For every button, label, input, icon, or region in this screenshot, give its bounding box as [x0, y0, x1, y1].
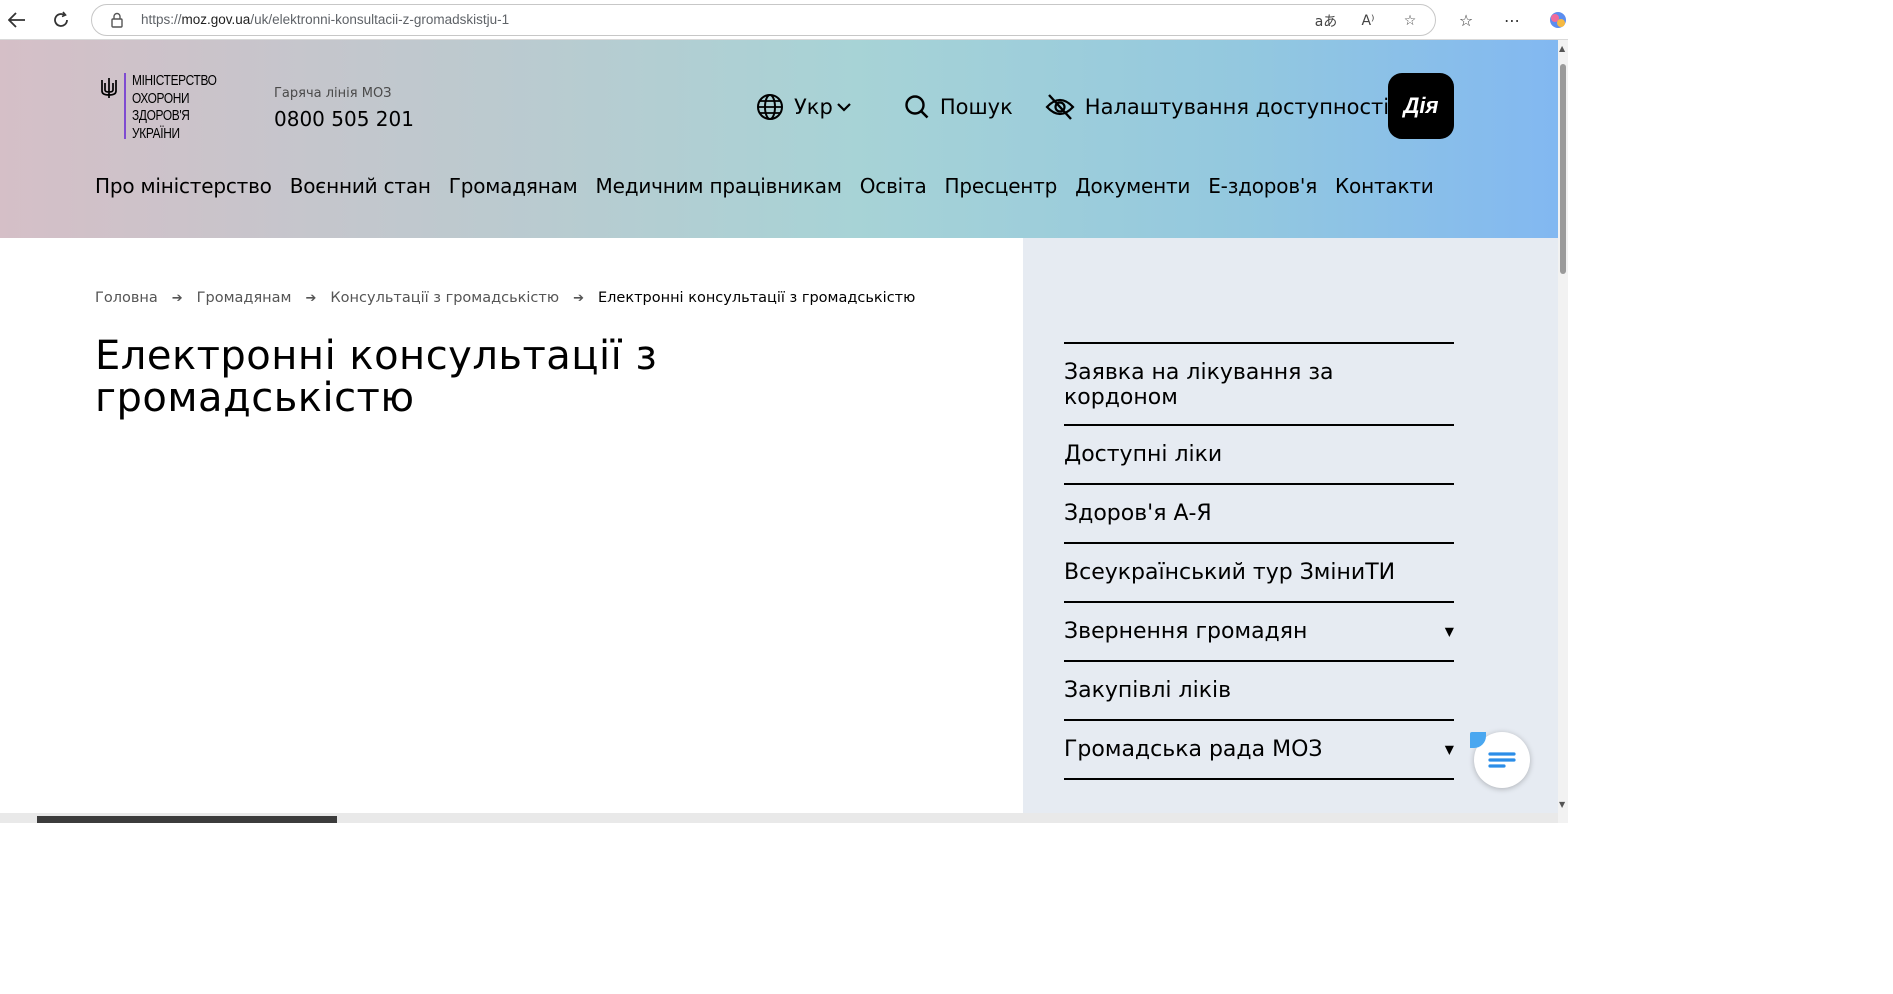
logo-divider	[124, 73, 126, 139]
globe-icon	[757, 94, 783, 120]
nav-item-press-center[interactable]: Пресцентр	[945, 174, 1058, 198]
nav-item-ministry[interactable]: Про міністерство	[95, 174, 272, 198]
nav-item-martial-law[interactable]: Воєнний стан	[290, 174, 431, 198]
chat-icon	[1488, 752, 1516, 768]
chat-widget-button[interactable]	[1470, 732, 1530, 788]
eye-off-icon	[1045, 94, 1075, 120]
accessibility-label: Налаштування доступності	[1084, 95, 1390, 119]
chevron-down-icon	[837, 103, 851, 112]
favorite-star-icon[interactable]: ☆	[1399, 10, 1421, 32]
diia-logo-button[interactable]: Дія	[1388, 73, 1454, 139]
sidebar-item-medicine-procurement[interactable]: Закупівлі ліків	[1064, 660, 1454, 719]
search-icon	[905, 95, 929, 119]
lock-icon[interactable]	[110, 12, 124, 32]
breadcrumb: Головна ➔ Громадянам ➔ Консультації з гр…	[95, 290, 915, 306]
scrollbar-thumb[interactable]	[1560, 64, 1566, 274]
favorites-icon[interactable]: ☆	[1452, 6, 1480, 34]
back-icon[interactable]	[3, 6, 31, 34]
caret-down-icon[interactable]: ▼	[1445, 619, 1454, 644]
hotline: Гаряча лінія МОЗ 0800 505 201	[274, 86, 414, 131]
logo-line: МІНІСТЕРСТВО	[132, 73, 217, 89]
hotline-phone[interactable]: 0800 505 201	[274, 107, 414, 131]
sidebar-item-cutoff	[1064, 778, 1454, 818]
more-menu-icon[interactable]: ⋯	[1498, 6, 1526, 34]
page-title: Електронні консультації з громадськістю	[95, 333, 658, 421]
nav-item-citizens[interactable]: Громадянам	[449, 174, 578, 198]
sidebar-item-label: Звернення громадян	[1064, 619, 1308, 644]
horizontal-scrollbar-thumb[interactable]	[37, 816, 337, 823]
nav-item-education[interactable]: Освіта	[860, 174, 927, 198]
language-label: Укр	[794, 95, 833, 119]
caret-down-icon[interactable]: ▼	[1445, 737, 1454, 762]
arrow-right-icon: ➔	[573, 290, 584, 306]
copilot-icon[interactable]	[1544, 6, 1572, 34]
sidebar-item-label: Всеукраїнський тур ЗміниТИ	[1064, 560, 1396, 585]
sidebar-item-affordable-medicines[interactable]: Доступні ліки	[1064, 424, 1454, 483]
sidebar-item-public-council[interactable]: Громадська рада МОЗ ▼	[1064, 719, 1454, 778]
breadcrumb-link-citizens[interactable]: Громадянам	[197, 290, 292, 306]
nav-item-documents[interactable]: Документи	[1075, 174, 1190, 198]
horizontal-scrollbar[interactable]	[0, 813, 1558, 823]
sidebar-item-label: Доступні ліки	[1064, 442, 1223, 467]
search-button[interactable]: Пошук	[904, 94, 1013, 120]
nav-item-e-health[interactable]: Е-здоров'я	[1208, 174, 1317, 198]
url-text[interactable]: https://moz.gov.ua/uk/elektronni-konsult…	[141, 12, 509, 27]
sidebar-item-label: Громадська рада МОЗ	[1064, 737, 1323, 762]
translate-icon[interactable]: a͏あ	[1315, 10, 1338, 32]
breadcrumb-current: Електронні консультації з громадськістю	[597, 290, 916, 306]
logo-line: УКРАЇНИ	[132, 125, 180, 142]
read-aloud-icon[interactable]: A⁾	[1357, 10, 1379, 32]
vertical-scrollbar[interactable]: ▲ ▼	[1558, 40, 1568, 823]
logo-line: ЗДОРОВ'Я	[132, 108, 190, 124]
breadcrumb-link-home[interactable]: Головна	[95, 290, 158, 306]
arrow-right-icon: ➔	[305, 290, 317, 306]
arrow-right-icon: ➔	[171, 290, 183, 306]
address-bar[interactable]: https://moz.gov.ua/uk/elektronni-konsult…	[91, 4, 1436, 36]
sidebar-item-label: Заявка на лікування за кордоном	[1064, 360, 1334, 410]
scroll-down-icon[interactable]: ▼	[1559, 800, 1565, 809]
sidebar-item-citizen-appeals[interactable]: Звернення громадян ▼	[1064, 601, 1454, 660]
site-header: МІНІСТЕРСТВО ОХОРОНИ ЗДОРОВ'Я УКРАЇНИ Га…	[0, 40, 1558, 238]
sidebar-item-label: Закупівлі ліків	[1064, 678, 1232, 703]
breadcrumb-link-consultations[interactable]: Консультації з громадськістю	[330, 290, 559, 306]
nav-item-contacts[interactable]: Контакти	[1335, 174, 1434, 198]
trident-icon	[101, 78, 117, 98]
moz-logo[interactable]: МІНІСТЕРСТВО ОХОРОНИ ЗДОРОВ'Я УКРАЇНИ	[101, 73, 252, 143]
sidebar-item-zminyty-tour[interactable]: Всеукраїнський тур ЗміниТИ	[1064, 542, 1454, 601]
scroll-up-icon[interactable]: ▲	[1559, 44, 1565, 53]
accessibility-settings-button[interactable]: Налаштування доступності	[1045, 93, 1389, 121]
refresh-icon[interactable]	[47, 6, 75, 34]
hotline-label: Гаряча лінія МОЗ	[274, 86, 392, 101]
sidebar-item-label: Здоров'я А-Я	[1064, 501, 1212, 526]
sidebar-item-health-a-z[interactable]: Здоров'я А-Я	[1064, 483, 1454, 542]
nav-item-medical-workers[interactable]: Медичним працівникам	[596, 174, 842, 198]
search-label: Пошук	[939, 95, 1013, 119]
logo-line: ОХОРОНИ	[132, 90, 190, 107]
language-selector[interactable]: Укр	[756, 93, 862, 121]
main-navigation: Про міністерство Воєнний стан Громадянам…	[95, 174, 1434, 198]
sidebar-item-treatment-abroad[interactable]: Заявка на лікування за кордоном	[1064, 342, 1454, 424]
browser-toolbar: https://moz.gov.ua/uk/elektronni-konsult…	[0, 0, 1568, 40]
